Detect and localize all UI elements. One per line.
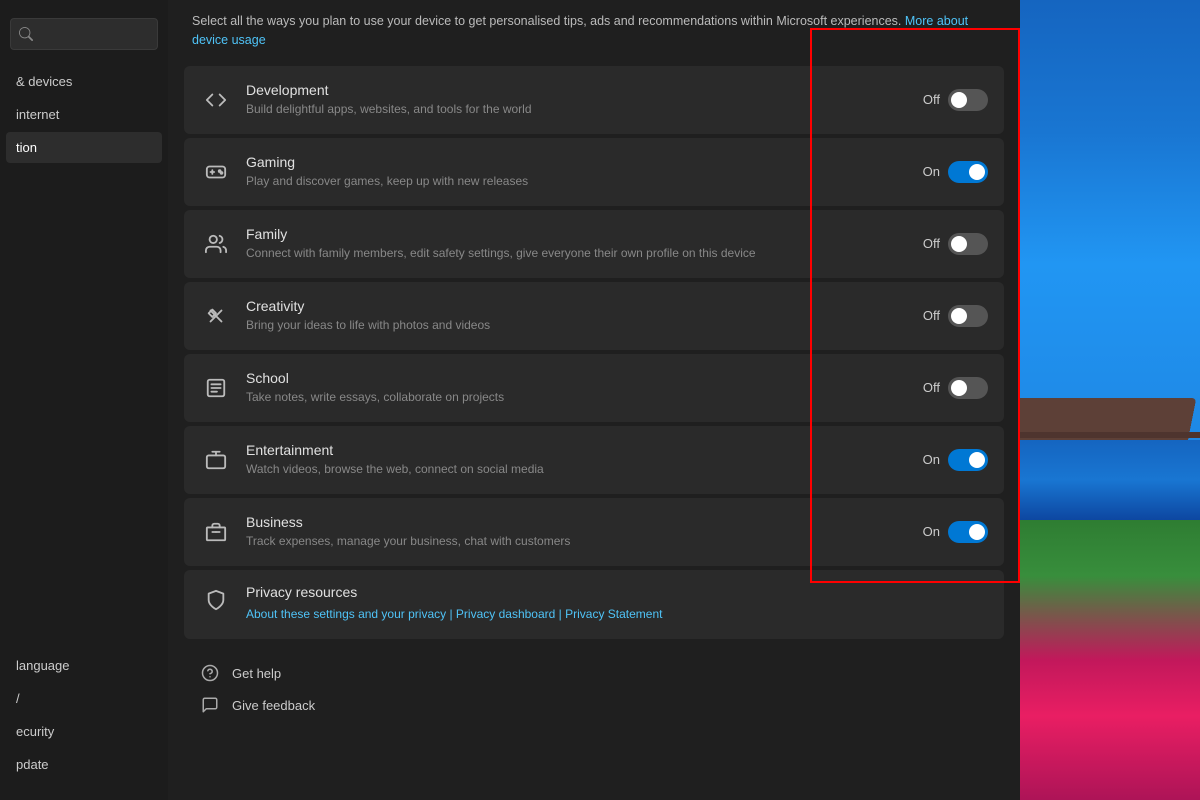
setting-row-creativity: Creativity Bring your ideas to life with… [184, 282, 1004, 350]
family-desc: Connect with family members, edit safety… [246, 245, 902, 262]
school-icon [200, 372, 232, 404]
family-icon [200, 228, 232, 260]
school-toggle[interactable] [948, 377, 988, 399]
search-icon [19, 27, 33, 41]
setting-row-gaming: Gaming Play and discover games, keep up … [184, 138, 1004, 206]
creativity-desc: Bring your ideas to life with photos and… [246, 317, 902, 334]
setting-row-entertainment: Entertainment Watch videos, browse the w… [184, 426, 1004, 494]
business-icon [200, 516, 232, 548]
creativity-toggle-label: Off [918, 308, 940, 323]
header-description: Select all the ways you plan to use your… [168, 0, 1020, 66]
wallpaper [1000, 0, 1200, 800]
development-knob [951, 92, 967, 108]
gaming-desc: Play and discover games, keep up with ne… [246, 173, 902, 190]
creativity-title: Creativity [246, 298, 902, 314]
development-text: Development Build delightful apps, websi… [246, 82, 902, 118]
privacy-icon [200, 584, 232, 616]
creativity-text: Creativity Bring your ideas to life with… [246, 298, 902, 334]
give-feedback-link[interactable]: Give feedback [200, 695, 988, 715]
gaming-toggle[interactable] [948, 161, 988, 183]
family-toggle-area: Off [918, 233, 988, 255]
entertainment-knob [969, 452, 985, 468]
business-toggle-label: On [918, 524, 940, 539]
main-content: Select all the ways you plan to use your… [168, 0, 1020, 800]
get-help-label: Get help [232, 666, 281, 681]
gaming-text: Gaming Play and discover games, keep up … [246, 154, 902, 190]
creativity-icon [200, 300, 232, 332]
entertainment-title: Entertainment [246, 442, 902, 458]
business-title: Business [246, 514, 902, 530]
privacy-link-statement[interactable]: Privacy Statement [565, 607, 662, 621]
setting-row-school: School Take notes, write essays, collabo… [184, 354, 1004, 422]
family-toggle-label: Off [918, 236, 940, 251]
entertainment-toggle-label: On [918, 452, 940, 467]
privacy-link-dashboard[interactable]: Privacy dashboard [456, 607, 555, 621]
development-toggle[interactable] [948, 89, 988, 111]
family-title: Family [246, 226, 902, 242]
gaming-toggle-label: On [918, 164, 940, 179]
sidebar-item-blank[interactable]: / [6, 683, 162, 714]
privacy-text: Privacy resources About these settings a… [246, 584, 662, 626]
entertainment-icon [200, 444, 232, 476]
entertainment-desc: Watch videos, browse the web, connect on… [246, 461, 902, 478]
school-desc: Take notes, write essays, collaborate on… [246, 389, 902, 406]
school-text: School Take notes, write essays, collabo… [246, 370, 902, 406]
setting-row-family: Family Connect with family members, edit… [184, 210, 1004, 278]
family-toggle[interactable] [948, 233, 988, 255]
business-text: Business Track expenses, manage your bus… [246, 514, 902, 550]
business-toggle[interactable] [948, 521, 988, 543]
creativity-toggle-area: Off [918, 305, 988, 327]
sidebar-item-update[interactable]: pdate [6, 749, 162, 780]
gaming-title: Gaming [246, 154, 902, 170]
family-text: Family Connect with family members, edit… [246, 226, 902, 262]
privacy-resources-row: Privacy resources About these settings a… [184, 570, 1004, 640]
privacy-title: Privacy resources [246, 584, 662, 600]
gaming-icon [200, 156, 232, 188]
sidebar-item-devices[interactable]: & devices [6, 66, 162, 97]
creativity-knob [951, 308, 967, 324]
entertainment-text: Entertainment Watch videos, browse the w… [246, 442, 902, 478]
entertainment-toggle-area: On [918, 449, 988, 471]
sidebar-nav: & devices internet tion [0, 66, 168, 163]
search-box[interactable] [10, 18, 158, 50]
sidebar: & devices internet tion language / ecuri… [0, 0, 168, 800]
gaming-knob [969, 164, 985, 180]
school-knob [951, 380, 967, 396]
give-feedback-label: Give feedback [232, 698, 315, 713]
entertainment-toggle[interactable] [948, 449, 988, 471]
business-knob [969, 524, 985, 540]
family-knob [951, 236, 967, 252]
setting-row-development: Development Build delightful apps, websi… [184, 66, 1004, 134]
sidebar-item-tion[interactable]: tion [6, 132, 162, 163]
feedback-icon [200, 695, 220, 715]
privacy-link-about[interactable]: About these settings and your privacy [246, 607, 446, 621]
get-help-link[interactable]: Get help [200, 663, 988, 683]
development-desc: Build delightful apps, websites, and too… [246, 101, 902, 118]
sidebar-bottom-nav: language / ecurity pdate [0, 650, 168, 780]
help-icon [200, 663, 220, 683]
school-title: School [246, 370, 902, 386]
school-toggle-label: Off [918, 380, 940, 395]
gaming-toggle-area: On [918, 161, 988, 183]
development-icon [200, 84, 232, 116]
business-desc: Track expenses, manage your business, ch… [246, 533, 902, 550]
creativity-toggle[interactable] [948, 305, 988, 327]
school-toggle-area: Off [918, 377, 988, 399]
sidebar-item-internet[interactable]: internet [6, 99, 162, 130]
settings-list: Development Build delightful apps, websi… [168, 66, 1020, 640]
setting-row-business: Business Track expenses, manage your bus… [184, 498, 1004, 566]
bottom-links: Get help Give feedback [168, 643, 1020, 735]
business-toggle-area: On [918, 521, 988, 543]
sidebar-item-security[interactable]: ecurity [6, 716, 162, 747]
development-toggle-area: Off [918, 89, 988, 111]
sidebar-item-language[interactable]: language [6, 650, 162, 681]
development-toggle-label: Off [918, 92, 940, 107]
development-title: Development [246, 82, 902, 98]
privacy-links: About these settings and your privacy | … [246, 604, 662, 626]
